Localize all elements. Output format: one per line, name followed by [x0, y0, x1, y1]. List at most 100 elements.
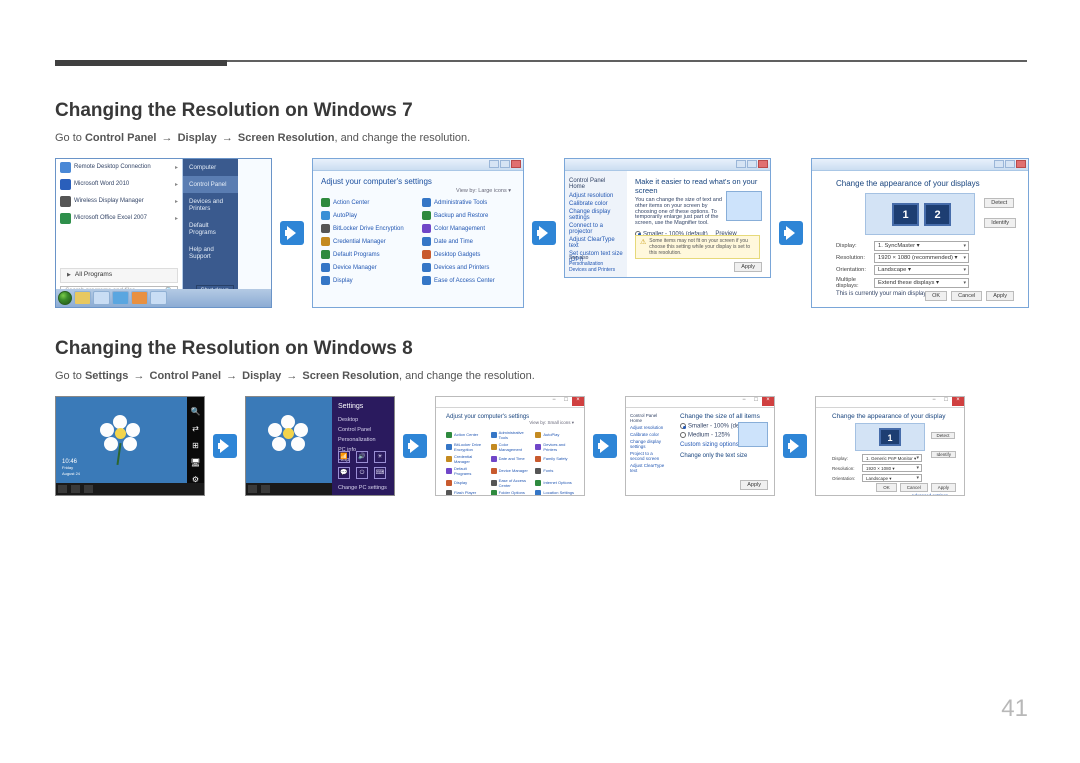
- cp-item[interactable]: AutoPlay: [321, 210, 414, 221]
- cp-item[interactable]: Device Manager: [321, 262, 414, 273]
- volume-icon[interactable]: 🔊: [356, 451, 368, 463]
- start-right-item[interactable]: Devices and Printers: [183, 193, 238, 217]
- cp-item[interactable]: Action Center: [321, 197, 414, 208]
- view-by-selector[interactable]: View by: Large icons ▾: [321, 188, 511, 194]
- start-orb-icon[interactable]: [58, 291, 72, 305]
- display-nav-link[interactable]: Adjust ClearType text: [630, 463, 668, 473]
- resolution-field-row: Multiple displays:Extend these displays …: [836, 277, 1004, 289]
- start-right-item[interactable]: Default Programs: [183, 217, 238, 241]
- taskbar: [246, 483, 332, 495]
- cp-item[interactable]: Date and Time: [422, 236, 515, 247]
- settings-item[interactable]: Control Panel: [338, 425, 388, 435]
- cp-item[interactable]: Location Settings: [535, 489, 574, 496]
- ok-button[interactable]: OK: [925, 291, 947, 301]
- field-dropdown[interactable]: 1. SyncMaster ▾: [874, 241, 969, 251]
- all-programs-button[interactable]: All Programs: [60, 268, 178, 283]
- start-right-item[interactable]: Control Panel: [183, 176, 238, 193]
- cp-item[interactable]: Flash Player: [446, 489, 485, 496]
- monitor-2-icon[interactable]: 2: [924, 203, 951, 226]
- start-right-item[interactable]: Computer: [183, 159, 238, 176]
- field-dropdown[interactable]: 1920 × 1080 (recommended) ▾: [874, 253, 969, 263]
- taskbar-item[interactable]: [74, 291, 91, 305]
- display-nav-link[interactable]: Devices and Printers: [569, 267, 615, 273]
- detect-button[interactable]: Detect: [984, 198, 1014, 208]
- cp-item[interactable]: Family Safety: [535, 453, 574, 464]
- view-by-selector[interactable]: View by: Small icons ▾: [446, 420, 574, 426]
- start-charm-icon[interactable]: ⊞: [191, 441, 201, 451]
- field-dropdown[interactable]: Landscape ▾: [862, 474, 922, 482]
- cp-item[interactable]: Folder Options: [491, 489, 530, 496]
- display-nav-link[interactable]: Project to a second screen: [630, 451, 668, 461]
- cp-item[interactable]: BitLocker Drive Encryption: [446, 441, 485, 452]
- field-dropdown[interactable]: 1920 × 1080 ▾: [862, 464, 922, 472]
- field-dropdown[interactable]: Extend these displays ▾: [874, 278, 969, 288]
- apply-button[interactable]: Apply: [986, 291, 1014, 301]
- display-nav-link[interactable]: Adjust ClearType text: [569, 237, 623, 249]
- cp-item[interactable]: Devices and Printers: [535, 441, 574, 452]
- display-nav-link[interactable]: Change display settings: [569, 209, 623, 221]
- display-nav-link[interactable]: Calibrate color: [630, 432, 668, 437]
- monitor-1-icon[interactable]: 1: [892, 203, 919, 226]
- display-nav-link[interactable]: Change display settings: [630, 439, 668, 449]
- cp-item[interactable]: Default Programs: [446, 465, 485, 476]
- display-nav-link[interactable]: Adjust resolution: [630, 425, 668, 430]
- change-pc-settings-link[interactable]: Change PC settings: [338, 485, 387, 491]
- cp-item[interactable]: Devices and Printers: [422, 262, 515, 273]
- start-menu-item[interactable]: Wireless Display Manager▸: [56, 193, 182, 210]
- cp-item[interactable]: BitLocker Drive Encryption: [321, 223, 414, 234]
- cp-item[interactable]: Device Manager: [491, 465, 530, 476]
- field-dropdown[interactable]: Landscape ▾: [874, 265, 969, 275]
- display-nav-link[interactable]: Calibrate color: [569, 201, 623, 207]
- cp-item[interactable]: Default Programs: [321, 249, 414, 260]
- cp-item[interactable]: Date and Time: [491, 453, 530, 464]
- cp-item[interactable]: Display: [321, 275, 414, 286]
- cp-item[interactable]: Administrative Tools: [422, 197, 515, 208]
- start-right-item[interactable]: Help and Support: [183, 241, 238, 265]
- display-nav-link[interactable]: Adjust resolution: [569, 193, 623, 199]
- share-charm-icon[interactable]: ⇄: [191, 424, 201, 434]
- apply-button[interactable]: Apply: [734, 262, 762, 272]
- identify-button[interactable]: Identify: [984, 218, 1016, 228]
- power-icon[interactable]: ⏻: [356, 467, 368, 479]
- cp-item[interactable]: Fonts: [535, 465, 574, 476]
- brightness-icon[interactable]: ☀: [374, 451, 386, 463]
- cp-item[interactable]: Ease of Access Center: [491, 477, 530, 488]
- taskbar-item[interactable]: [131, 291, 148, 305]
- cp-item[interactable]: Ease of Access Center: [422, 275, 515, 286]
- cp-item[interactable]: Backup and Restore: [422, 210, 515, 221]
- monitor-1-icon[interactable]: 1: [879, 428, 901, 446]
- taskbar-item[interactable]: [93, 291, 110, 305]
- start-menu-item[interactable]: Remote Desktop Connection▸: [56, 159, 182, 176]
- cp-item[interactable]: Credential Manager: [321, 236, 414, 247]
- advanced-settings-link[interactable]: Advanced settings: [911, 493, 948, 496]
- identify-button[interactable]: Identify: [931, 451, 956, 458]
- keyboard-icon[interactable]: ⌨: [374, 467, 386, 479]
- notifications-icon[interactable]: 💬: [338, 467, 350, 479]
- cp-item[interactable]: Administrative Tools: [491, 429, 530, 440]
- cancel-button[interactable]: Cancel: [951, 291, 982, 301]
- start-menu-item[interactable]: Microsoft Office Excel 2007▸: [56, 210, 182, 227]
- cp-item[interactable]: Internet Options: [535, 477, 574, 488]
- cp-item[interactable]: Credential Manager: [446, 453, 485, 464]
- cp-item[interactable]: Display: [446, 477, 485, 488]
- taskbar-item[interactable]: [112, 291, 129, 305]
- ok-button[interactable]: OK: [876, 483, 897, 492]
- network-icon[interactable]: 📶: [338, 451, 350, 463]
- cancel-button[interactable]: Cancel: [900, 483, 928, 492]
- settings-item[interactable]: Desktop: [338, 415, 388, 425]
- cp-item[interactable]: AutoPlay: [535, 429, 574, 440]
- taskbar-item[interactable]: [150, 291, 167, 305]
- apply-button[interactable]: Apply: [931, 483, 956, 492]
- cp-item[interactable]: Desktop Gadgets: [422, 249, 515, 260]
- start-menu-item[interactable]: Microsoft Word 2010▸: [56, 176, 182, 193]
- cp-item[interactable]: Action Center: [446, 429, 485, 440]
- search-charm-icon[interactable]: 🔍: [191, 407, 201, 417]
- display-nav-link[interactable]: Connect to a projector: [569, 223, 623, 235]
- apply-button[interactable]: Apply: [740, 480, 768, 490]
- detect-button[interactable]: Detect: [931, 432, 954, 439]
- cp-item[interactable]: Color Management: [491, 441, 530, 452]
- field-dropdown[interactable]: 1. Generic PnP Monitor ▾: [862, 454, 922, 462]
- devices-charm-icon[interactable]: 🖥: [191, 458, 201, 468]
- cp-item[interactable]: Color Management: [422, 223, 515, 234]
- settings-item[interactable]: Personalization: [338, 435, 388, 445]
